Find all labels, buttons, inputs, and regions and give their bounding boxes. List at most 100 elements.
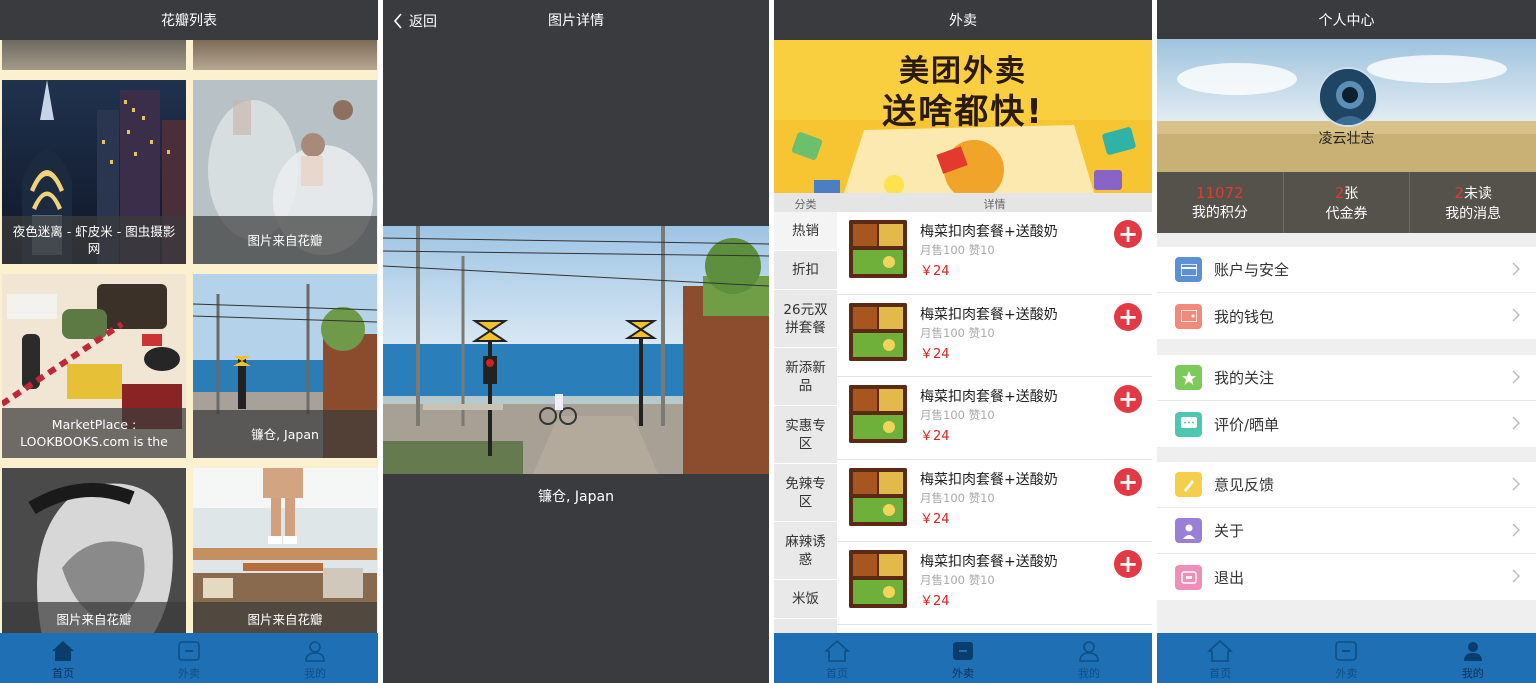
chevron-right-icon	[1512, 262, 1520, 276]
add-to-cart-button[interactable]: +	[1114, 302, 1142, 331]
stat-messages[interactable]: 2未读 我的消息	[1410, 172, 1536, 233]
grid-tile[interactable]: 图片来自花瓣	[193, 80, 377, 264]
grid-tile[interactable]: 镰仓, Japan	[193, 274, 377, 458]
grid-tile[interactable]: MarketPlace : LOOKBOOKS.com is the	[2, 274, 186, 458]
category-item[interactable]: 新添新品	[774, 348, 837, 406]
menu-item-account-security[interactable]: 账户与安全	[1157, 247, 1536, 293]
food-item[interactable]: 梅菜扣肉套餐+送酸奶 月售100 赞10 ￥24 +	[837, 295, 1152, 377]
tab-takeout[interactable]: 外卖	[126, 633, 252, 683]
feedback-icon	[1175, 472, 1202, 497]
top-bar: 外卖	[774, 0, 1152, 40]
menu-item-feedback[interactable]: 意见反馈	[1157, 462, 1536, 508]
grid-tile[interactable]: 夜色迷离 - 虾皮米 - 图虫摄影网	[2, 80, 186, 264]
user-icon	[305, 641, 325, 662]
grid-tile[interactable]	[193, 40, 377, 70]
category-item[interactable]: 折扣	[774, 251, 837, 290]
add-to-cart-button[interactable]: +	[1114, 550, 1142, 578]
avatar[interactable]	[1318, 67, 1378, 127]
user-icon	[1463, 642, 1482, 661]
food-item[interactable]: 梅菜扣肉套餐+送酸奶 月售100 赞10 ￥24 +	[837, 377, 1152, 460]
tile-caption: MarketPlace : LOOKBOOKS.com is the	[2, 408, 186, 458]
add-to-cart-button[interactable]: +	[1114, 467, 1142, 496]
tab-bar: 首页 外卖 我的	[0, 633, 378, 683]
menu-label: 账户与安全	[1214, 261, 1290, 279]
menu-item-following[interactable]: 我的关注	[1157, 355, 1536, 401]
menu-item-wallet[interactable]: 我的钱包	[1157, 293, 1536, 339]
menu-item-logout[interactable]: 退出	[1157, 554, 1536, 600]
back-label: 返回	[409, 14, 437, 30]
stat-points[interactable]: 11072 我的积分	[1157, 172, 1284, 233]
menu-label: 我的关注	[1214, 369, 1275, 387]
page-title: 花瓣列表	[161, 13, 217, 29]
menu-label: 我的钱包	[1214, 307, 1275, 326]
tab-mine[interactable]: 我的	[252, 633, 378, 683]
username: 凌云壮志	[1318, 131, 1375, 147]
tile-caption: 夜色迷离 - 虾皮米 - 图虫摄影网	[2, 216, 186, 264]
tab-label: 首页	[52, 667, 74, 680]
grid-tile[interactable]: 图片来自花瓣	[193, 468, 377, 636]
tab-takeout[interactable]: 外卖	[900, 633, 1026, 683]
tile-caption: 图片来自花瓣	[193, 216, 377, 264]
tab-label: 首页	[826, 667, 848, 680]
category-item[interactable]: 热销	[774, 212, 837, 251]
logout-icon	[1175, 564, 1202, 590]
menu-group-social: 我的关注 评价/晒单	[1157, 355, 1536, 447]
plus-icon: +	[1117, 550, 1139, 578]
stat-unit: 张	[1344, 185, 1359, 202]
category-item[interactable]: 麻辣诱惑	[774, 522, 837, 580]
food-price: ￥24	[920, 264, 950, 279]
stat-value: 11072	[1195, 183, 1244, 202]
tile-caption: 图片来自花瓣	[193, 602, 377, 636]
chevron-right-icon	[1512, 308, 1520, 322]
food-name: 梅菜扣肉套餐+送酸奶	[920, 389, 1058, 405]
tile-caption: 图片来自花瓣	[2, 602, 186, 636]
add-to-cart-button[interactable]: +	[1114, 385, 1142, 413]
tab-bar: 首页 外卖 我的	[774, 633, 1152, 683]
food-thumbnail	[849, 467, 907, 526]
food-price: ￥24	[920, 594, 950, 609]
tab-mine[interactable]: 我的	[1026, 633, 1152, 683]
takeout-screen: 外卖 美团外卖 送啥都快! 分类 详情 热销 折扣 26元双拼套餐 新添新品 实…	[774, 0, 1152, 683]
grid-tile[interactable]: 图片来自花瓣	[2, 468, 186, 636]
promo-banner[interactable]: 美团外卖 送啥都快!	[774, 40, 1152, 193]
food-thumbnail	[849, 550, 907, 608]
food-name: 梅菜扣肉套餐+送酸奶	[920, 554, 1058, 570]
menu-item-about[interactable]: 关于	[1157, 508, 1536, 554]
wallet-icon	[1175, 303, 1202, 329]
tab-label: 外卖	[952, 667, 974, 680]
food-thumbnail	[849, 302, 907, 361]
menu-label: 关于	[1214, 522, 1245, 540]
food-item[interactable]: 梅菜扣肉套餐+送酸奶 月售100 赞10 ￥24 +	[837, 542, 1152, 625]
user-icon	[1079, 641, 1099, 662]
tab-home[interactable]: 首页	[0, 633, 126, 683]
comment-icon	[1175, 411, 1202, 437]
plus-icon: +	[1117, 302, 1139, 331]
grid-tile[interactable]	[2, 40, 186, 70]
category-item[interactable]: 免辣专区	[774, 464, 837, 522]
food-item[interactable]: 梅菜扣肉套餐+送酸奶 月售100 赞10 ￥24 +	[837, 212, 1152, 295]
banner-subtitle: 送啥都快!	[882, 92, 1044, 132]
category-item[interactable]: 26元双拼套餐	[774, 290, 837, 348]
tab-home[interactable]: 首页	[774, 633, 900, 683]
stat-vouchers[interactable]: 2张 代金券	[1284, 172, 1411, 233]
tab-home[interactable]: 首页	[1157, 633, 1283, 683]
category-item[interactable]: 米饭	[774, 580, 837, 619]
back-button[interactable]: 返回	[393, 11, 437, 31]
food-item[interactable]: 梅菜扣肉套餐+送酸奶 月售100 赞10 ￥24 +	[837, 460, 1152, 542]
plus-icon: +	[1117, 467, 1139, 496]
top-bar: 图片详情	[383, 0, 769, 40]
food-price: ￥24	[920, 346, 950, 362]
tab-mine[interactable]: 我的	[1410, 633, 1536, 683]
profile-header: 凌云壮志	[1157, 39, 1536, 172]
tab-bar: 首页 外卖 我的	[1157, 633, 1536, 683]
menu-item-reviews[interactable]: 评价/晒单	[1157, 401, 1536, 447]
category-item[interactable]: 实惠专区	[774, 406, 837, 464]
chevron-right-icon	[1512, 523, 1520, 537]
add-to-cart-button[interactable]: +	[1114, 220, 1142, 248]
food-name: 梅菜扣肉套餐+送酸奶	[920, 471, 1058, 488]
tab-takeout[interactable]: 外卖	[1283, 633, 1409, 683]
food-meta: 月售100 赞10	[920, 408, 995, 422]
tab-label: 外卖	[178, 667, 200, 680]
plus-icon: +	[1117, 385, 1139, 413]
stat-value: 2	[1454, 183, 1464, 202]
